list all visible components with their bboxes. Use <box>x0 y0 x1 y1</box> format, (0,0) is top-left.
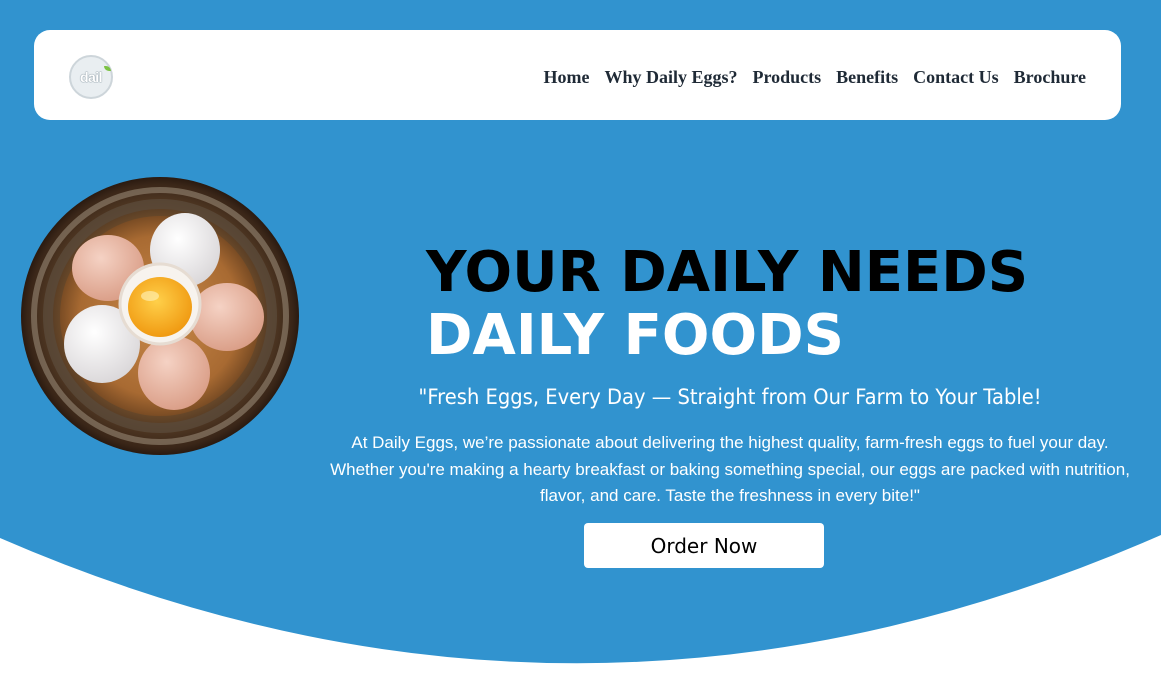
nav-link-brochure[interactable]: Brochure <box>1014 66 1086 88</box>
leaf-icon <box>104 66 111 71</box>
nav-link-contact-us[interactable]: Contact Us <box>913 66 999 88</box>
logo[interactable]: dail <box>69 55 113 99</box>
egg-bowl-image <box>21 177 299 455</box>
headline-line-2: DAILY FOODS <box>426 303 844 368</box>
nav-links: Home Why Daily Eggs? Products Benefits C… <box>543 66 1086 88</box>
nav-link-home[interactable]: Home <box>543 66 589 88</box>
hero-tagline: "Fresh Eggs, Every Day — Straight from O… <box>418 385 1042 409</box>
nav-link-benefits[interactable]: Benefits <box>836 66 898 88</box>
headline-line-1: YOUR DAILY NEEDS <box>426 240 1029 305</box>
navbar: dail Home Why Daily Eggs? Products Benef… <box>34 30 1121 120</box>
nav-link-products[interactable]: Products <box>752 66 821 88</box>
order-now-button[interactable]: Order Now <box>584 523 824 568</box>
logo-text: dail <box>79 69 103 85</box>
nav-link-why-daily-eggs[interactable]: Why Daily Eggs? <box>604 66 737 88</box>
hero-description: At Daily Eggs, we’re passionate about de… <box>330 433 1130 505</box>
